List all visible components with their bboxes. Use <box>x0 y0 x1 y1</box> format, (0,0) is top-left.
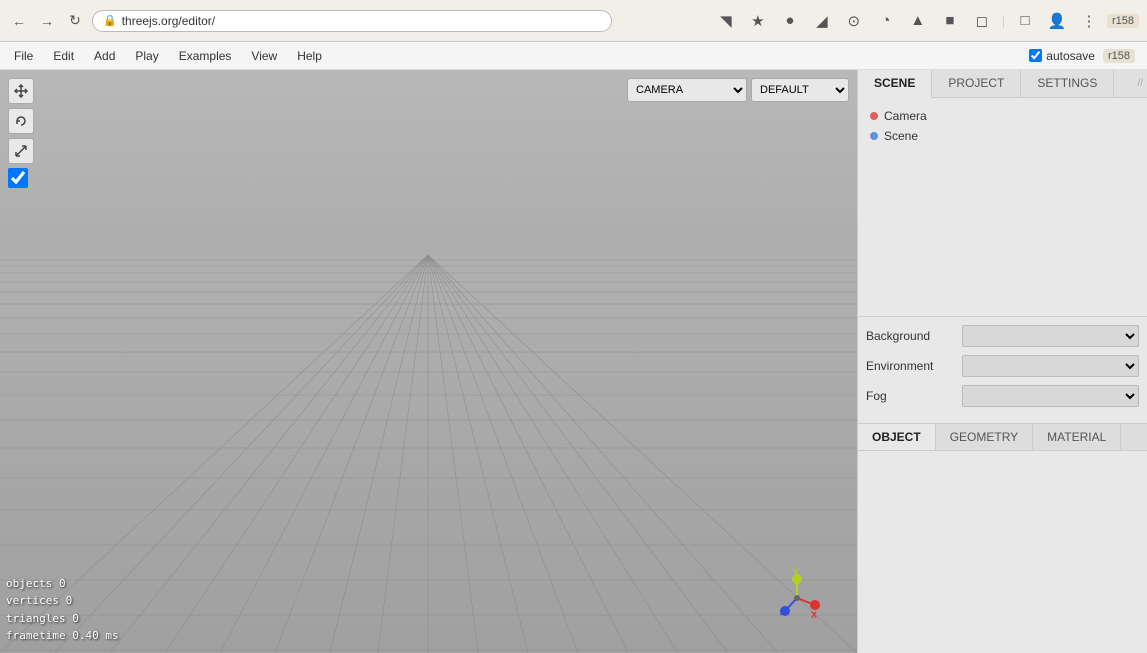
url-text: threejs.org/editor/ <box>122 14 215 28</box>
shading-select[interactable]: DEFAULT WIREFRAME SOLID <box>751 78 849 102</box>
bookmark-icon[interactable]: ★ <box>744 7 772 35</box>
ext6-icon[interactable]: ■ <box>936 7 964 35</box>
autosave-label: autosave <box>1029 49 1095 63</box>
autosave-checkbox[interactable] <box>1029 49 1042 62</box>
bottom-panel-content <box>858 451 1147 653</box>
scene-tree: Camera Scene <box>858 98 1147 316</box>
fog-label: Fog <box>866 389 956 403</box>
grid-toggle-checkbox[interactable] <box>8 168 28 188</box>
menu-view[interactable]: View <box>241 46 287 66</box>
canvas-area <box>0 70 857 653</box>
stat-frametime: frametime 0.40 ms <box>6 627 119 645</box>
scale-tool-button[interactable] <box>8 138 34 164</box>
right-panel: SCENE PROJECT SETTINGS // Camera Scene B… <box>857 70 1147 653</box>
menu-add[interactable]: Add <box>84 46 125 66</box>
ext7-icon[interactable]: ◻ <box>968 7 996 35</box>
viewport[interactable]: CAMERA PERSPECTIVE ORTHOGRAPHIC DEFAULT … <box>0 70 857 653</box>
ext2-icon[interactable]: ◢ <box>808 7 836 35</box>
environment-select[interactable]: Equirectangular <box>962 355 1139 377</box>
menu-file[interactable]: File <box>4 46 43 66</box>
ext3-icon[interactable]: ⊙ <box>840 7 868 35</box>
address-bar[interactable]: 🔒 threejs.org/editor/ <box>92 10 612 32</box>
main-layout: CAMERA PERSPECTIVE ORTHOGRAPHIC DEFAULT … <box>0 70 1147 653</box>
prop-row-fog: Fog Linear Exponential <box>866 385 1139 407</box>
tab-project[interactable]: PROJECT <box>932 70 1021 97</box>
menu-version: r158 <box>1103 49 1135 63</box>
stat-objects: objects 0 <box>6 575 119 593</box>
prop-row-background: Background Color Texture Equirectangular <box>866 325 1139 347</box>
tab-material[interactable]: MATERIAL <box>1033 424 1121 450</box>
menu-bar: File Edit Add Play Examples View Help au… <box>0 42 1147 70</box>
background-label: Background <box>866 329 956 343</box>
tab-scene[interactable]: SCENE <box>858 70 932 98</box>
ext4-icon[interactable]: ◔ <box>872 7 900 35</box>
user-icon[interactable]: 👤 <box>1043 7 1071 35</box>
axis-indicator: Z X Y <box>767 563 827 623</box>
stats-overlay: objects 0 vertices 0 triangles 0 frameti… <box>6 575 119 645</box>
version-badge: r158 <box>1107 14 1139 28</box>
grid-svg <box>0 70 857 653</box>
cast-icon[interactable]: ◥ <box>712 7 740 35</box>
menu-examples[interactable]: Examples <box>169 46 242 66</box>
browser-chrome: ← → ↻ 🔒 threejs.org/editor/ ◥ ★ ● ◢ ⊙ ◔ … <box>0 0 1147 42</box>
move-tool-button[interactable] <box>8 78 34 104</box>
bottom-tabs: OBJECT GEOMETRY MATERIAL <box>858 423 1147 451</box>
viewport-dropdowns: CAMERA PERSPECTIVE ORTHOGRAPHIC DEFAULT … <box>627 78 849 102</box>
environment-label: Environment <box>866 359 956 373</box>
tree-item-camera[interactable]: Camera <box>864 106 1141 126</box>
menu-bar-right: autosave r158 <box>1029 49 1143 63</box>
tab-geometry[interactable]: GEOMETRY <box>936 424 1033 450</box>
menu-edit[interactable]: Edit <box>43 46 84 66</box>
viewport-toolbar <box>8 78 34 188</box>
menu-play[interactable]: Play <box>125 46 168 66</box>
z-axis-label: Z <box>780 607 786 617</box>
scene-label: Scene <box>884 129 918 143</box>
forward-button[interactable]: → <box>36 10 58 32</box>
stat-vertices: vertices 0 <box>6 592 119 610</box>
sidebar-toggle[interactable]: □ <box>1011 7 1039 35</box>
scene-tabs: SCENE PROJECT SETTINGS // <box>858 70 1147 98</box>
camera-select[interactable]: CAMERA PERSPECTIVE ORTHOGRAPHIC <box>627 78 747 102</box>
tab-object[interactable]: OBJECT <box>858 424 936 450</box>
camera-label: Camera <box>884 109 927 123</box>
ext5-icon[interactable]: ▲ <box>904 7 932 35</box>
camera-dot <box>870 112 878 120</box>
panel-resize-handle[interactable]: // <box>1137 70 1147 97</box>
fog-select[interactable]: Linear Exponential <box>962 385 1139 407</box>
browser-icons-right: ◥ ★ ● ◢ ⊙ ◔ ▲ ■ ◻ | □ 👤 ⋮ r158 <box>618 7 1139 35</box>
rotate-tool-button[interactable] <box>8 108 34 134</box>
autosave-text: autosave <box>1046 49 1095 63</box>
y-axis-label: Y <box>793 567 799 577</box>
ext1-icon[interactable]: ● <box>776 7 804 35</box>
background-select[interactable]: Color Texture Equirectangular <box>962 325 1139 347</box>
menu-help[interactable]: Help <box>287 46 332 66</box>
tree-item-scene[interactable]: Scene <box>864 126 1141 146</box>
menu-icon[interactable]: ⋮ <box>1075 7 1103 35</box>
tab-settings[interactable]: SETTINGS <box>1021 70 1114 97</box>
prop-row-environment: Environment Equirectangular <box>866 355 1139 377</box>
x-axis-label: X <box>811 610 817 620</box>
scene-dot <box>870 132 878 140</box>
refresh-button[interactable]: ↻ <box>64 10 86 32</box>
back-button[interactable]: ← <box>8 10 30 32</box>
scene-properties: Background Color Texture Equirectangular… <box>858 316 1147 423</box>
stat-triangles: triangles 0 <box>6 610 119 628</box>
